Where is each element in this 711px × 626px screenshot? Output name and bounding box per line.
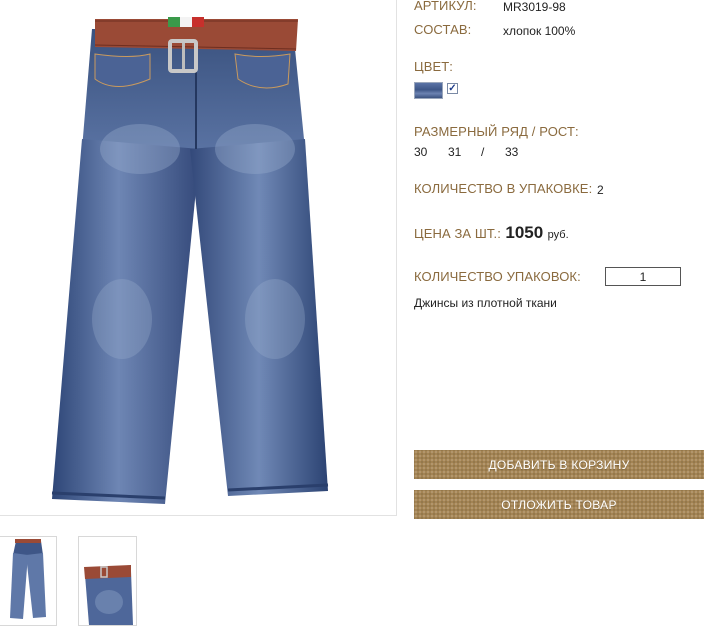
color-label: ЦВЕТ: [414, 59, 454, 74]
size-separator: / [481, 145, 485, 159]
jeans-image [51, 17, 329, 504]
size-option: 30 [414, 145, 428, 159]
price-row: ЦЕНА ЗА ШТ.: 1050 руб. [414, 223, 569, 243]
composition-label: СОСТАВ: [414, 22, 472, 37]
color-swatch-denim[interactable] [414, 82, 443, 99]
packs-quantity-input[interactable] [605, 267, 681, 286]
price-currency: руб. [547, 229, 569, 241]
thumbnail-belt-image [84, 565, 133, 625]
pack-qty-label: КОЛИЧЕСТВО В УПАКОВКЕ: [414, 181, 593, 196]
size-option: 33 [505, 145, 519, 159]
size-option: 31 [448, 145, 462, 159]
pack-qty-value: 2 [597, 183, 604, 197]
add-to-cart-button[interactable]: ДОБАВИТЬ В КОРЗИНУ [414, 450, 704, 479]
product-description: Джинсы из плотной ткани [414, 296, 557, 310]
packs-label: КОЛИЧЕСТВО УПАКОВОК: [414, 269, 581, 284]
checkmark-icon[interactable]: ✓ [447, 83, 458, 94]
price-label: ЦЕНА ЗА ШТ.: [414, 226, 501, 241]
article-value: MR3019-98 [503, 0, 566, 14]
thumbnail-front[interactable] [0, 536, 57, 626]
article-label: АРТИКУЛ: [414, 0, 477, 13]
postpone-button[interactable]: ОТЛОЖИТЬ ТОВАР [414, 490, 704, 519]
thumbnail-jeans-image [10, 539, 46, 619]
product-main-image[interactable] [0, 0, 397, 516]
price-value: 1050 [505, 223, 544, 242]
thumbnail-detail[interactable] [78, 536, 137, 626]
composition-value: хлопок 100% [503, 24, 576, 38]
size-label: РАЗМЕРНЫЙ РЯД / РОСТ: [414, 124, 579, 139]
